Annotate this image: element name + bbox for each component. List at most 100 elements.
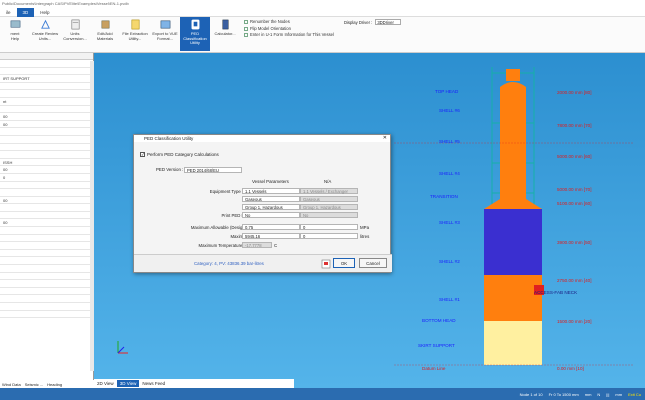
property-row[interactable] — [0, 303, 93, 311]
ped-version-select[interactable]: PED 2014/68/EU — [184, 167, 242, 173]
menu-bar: ile 3D Help — [0, 7, 645, 17]
property-row[interactable] — [0, 106, 93, 114]
category-result: Category: 4, PV: 43836.39 bar-litres — [194, 261, 264, 266]
property-row[interactable] — [0, 189, 93, 197]
form-icon — [244, 33, 248, 38]
property-row[interactable]: ISSH — [0, 159, 93, 167]
property-row[interactable]: 00 — [0, 166, 93, 174]
cancel-button[interactable]: Cancel — [359, 258, 387, 268]
menu-help[interactable]: Help — [34, 10, 55, 15]
comment-help-label: ment Help — [10, 31, 20, 41]
property-row[interactable] — [0, 212, 93, 220]
property-row[interactable] — [0, 136, 93, 144]
volume-na-input[interactable]: 0 — [300, 233, 358, 239]
property-row[interactable] — [0, 265, 93, 273]
print-module-select[interactable]: No — [242, 212, 300, 218]
view-tabs: 2D View 3D View News Feed — [94, 379, 294, 388]
property-row[interactable]: 0 — [0, 174, 93, 182]
perform-calc-checkbox[interactable]: ✓ — [140, 152, 145, 157]
property-row[interactable] — [0, 60, 93, 68]
label-bottom-head: BOTTOM HEAD — [422, 318, 456, 323]
pressure-na-input[interactable]: 0 — [300, 224, 358, 230]
dialog-title: PED Classification Utility — [144, 136, 194, 141]
fluid-state-select[interactable]: Gaseous — [242, 196, 300, 202]
ribbon-toolbar: ment Help Create Review Units... Units C… — [0, 17, 645, 53]
property-row[interactable] — [0, 311, 93, 319]
transition-cone — [484, 199, 542, 209]
property-row[interactable] — [0, 144, 93, 152]
elev-1: 2000.00 mm [80] — [557, 90, 592, 95]
property-row[interactable] — [0, 128, 93, 136]
pressure-input[interactable]: 0.75 — [242, 224, 300, 230]
perform-calc-checkbox-row[interactable]: ✓ Perform PED Category Calculations — [140, 152, 219, 157]
tab-3d-view[interactable]: 3D View — [116, 380, 140, 387]
dialog-footer: Category: 4, PV: 43836.39 bar-litres OK … — [134, 254, 392, 272]
property-row[interactable]: nt — [0, 98, 93, 106]
property-row[interactable]: 00 — [0, 219, 93, 228]
calculator-button[interactable]: Calculator... — [210, 17, 240, 51]
property-row[interactable] — [0, 90, 93, 98]
top-nozzle — [506, 69, 520, 81]
edit-materials-button[interactable]: Edit/Add Materials — [90, 17, 120, 51]
exit-button[interactable]: Exit Cu — [628, 392, 641, 397]
elev-7: 2750.00 mm [40] — [557, 278, 592, 283]
shell-1 — [484, 275, 542, 321]
property-row[interactable] — [0, 83, 93, 91]
export-vue-button[interactable]: Export to VUE Format... — [150, 17, 180, 51]
label-shell-4: SHELL #4 — [439, 171, 460, 176]
property-row[interactable] — [0, 151, 93, 159]
display-driver: Display Driver : 3DDriver — [338, 17, 407, 27]
tab-seismic[interactable]: Seismic ... — [25, 382, 43, 387]
property-row[interactable]: 00 — [0, 197, 93, 205]
status-ins: mm — [615, 391, 623, 397]
property-row[interactable] — [0, 235, 93, 243]
tab-heading[interactable]: Heading — [47, 382, 62, 387]
property-row[interactable] — [0, 68, 93, 76]
u1-form-button[interactable]: Enter in U-1 Form Information for This V… — [244, 32, 334, 39]
property-row[interactable] — [0, 288, 93, 296]
ped-version-label: PED Version : — [156, 167, 184, 172]
create-review-units-button[interactable]: Create Review Units... — [30, 17, 60, 51]
tab-wind-data[interactable]: Wind Data — [2, 382, 21, 387]
file-extraction-button[interactable]: File Extraction Utility... — [120, 17, 150, 51]
equipment-type-select[interactable]: 1.1 Vessels — [242, 188, 300, 194]
create-review-units-label: Create Review Units... — [31, 31, 59, 41]
property-row[interactable]: IRT SUPPORT — [0, 75, 93, 83]
ped-classification-button[interactable]: PED Classification Utility — [180, 17, 210, 51]
display-driver-select[interactable]: 3DDriver — [375, 19, 402, 25]
property-row[interactable] — [0, 257, 93, 266]
comment-help-button[interactable]: ment Help — [0, 17, 30, 51]
elev-5: 5100.00 mm [60] — [557, 201, 592, 206]
ped-icon — [191, 19, 199, 30]
label-shell-6: SHELL #6 — [439, 108, 460, 113]
elev-9: 0.00 mm [10] — [557, 366, 584, 371]
extraction-icon — [131, 19, 139, 30]
property-row[interactable] — [0, 204, 93, 212]
comment-icon — [10, 20, 20, 28]
export-vue-label: Export to VUE Format... — [152, 31, 178, 41]
property-row[interactable] — [0, 280, 93, 288]
property-row[interactable] — [0, 227, 93, 235]
property-row[interactable] — [0, 242, 93, 250]
materials-icon — [101, 20, 109, 29]
property-row[interactable] — [0, 273, 93, 281]
label-shell-2: SHELL #2 — [439, 259, 460, 264]
fluid-group-select[interactable]: Group 1, Hazardous — [242, 204, 300, 210]
menu-file[interactable]: ile — [0, 10, 17, 15]
property-row[interactable] — [0, 250, 93, 258]
property-row[interactable]: 00 — [0, 113, 93, 121]
tab-news-feed[interactable]: News Feed — [139, 380, 168, 387]
property-row[interactable]: 00 — [0, 121, 93, 129]
property-row[interactable] — [0, 295, 93, 303]
units-conversion-button[interactable]: Units Conversion... — [60, 17, 90, 51]
report-icon[interactable] — [321, 259, 331, 269]
menu-3d[interactable]: 3D — [16, 7, 35, 17]
ok-button[interactable]: OK — [333, 258, 355, 268]
close-icon[interactable]: ✕ — [383, 135, 387, 142]
volume-input[interactable]: 5945.16 — [242, 233, 300, 239]
label-shell-3: SHELL #3 — [439, 220, 460, 225]
property-row[interactable] — [0, 182, 93, 190]
calculator-icon — [222, 19, 228, 30]
tab-2d-view[interactable]: 2D View — [94, 380, 117, 387]
dialog-title-bar: PED Classification Utility ✕ — [134, 135, 390, 142]
